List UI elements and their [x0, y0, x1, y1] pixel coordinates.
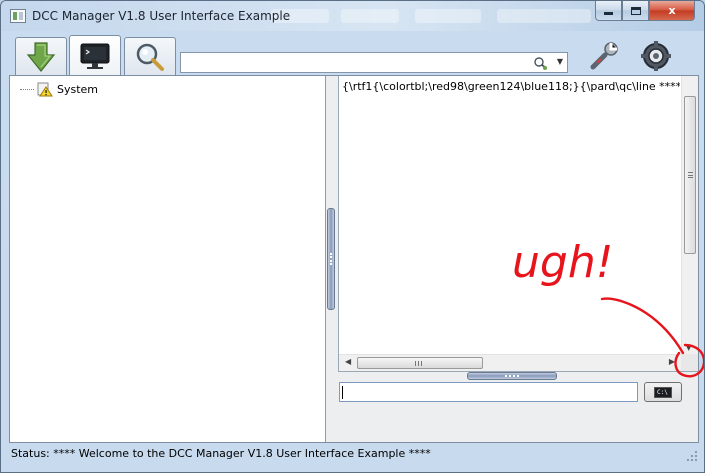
rtf-output-text: {\rtf1{\colortbl;\red98\green124\blue118… — [342, 80, 680, 93]
tree-connector — [20, 88, 34, 90]
horizontal-scroll-thumb[interactable] — [357, 357, 483, 369]
toolbar: ▼ — [9, 31, 699, 76]
search-icon[interactable] — [533, 56, 549, 70]
vertical-splitter[interactable] — [327, 208, 335, 310]
command-input[interactable] — [339, 382, 638, 402]
window-title: DCC Manager V1.8 User Interface Example — [32, 9, 291, 23]
system-tree[interactable]: System — [10, 76, 326, 442]
monitor-console-icon — [80, 43, 110, 69]
magnifier-icon — [136, 43, 164, 71]
chevron-down-icon[interactable]: ▼ — [557, 57, 563, 66]
minimize-button[interactable] — [595, 1, 622, 21]
status-text: Status: **** Welcome to the DCC Manager … — [11, 447, 431, 460]
gear-button[interactable] — [638, 39, 674, 73]
close-button[interactable]: x — [649, 1, 695, 21]
download-arrow-icon — [26, 41, 56, 72]
taskbar-ghosts — [271, 9, 591, 23]
tab-search[interactable] — [124, 37, 176, 75]
splitter-grip — [505, 375, 519, 377]
status-bar: Status: **** Welcome to the DCC Manager … — [9, 445, 699, 465]
command-prompt-icon: C:\ — [654, 386, 672, 398]
settings-wrench-button[interactable] — [587, 39, 623, 73]
splitter-grip — [330, 253, 332, 265]
tree-item-system[interactable]: System — [20, 81, 98, 97]
vertical-scroll-thumb[interactable] — [684, 96, 696, 254]
scroll-grip — [415, 361, 422, 366]
app-window: DCC Manager V1.8 User Interface Example … — [0, 0, 705, 473]
text-caret — [342, 386, 343, 399]
scroll-right-arrow-icon[interactable]: ▶ — [669, 357, 675, 366]
scroll-down-arrow-icon[interactable]: ▼ — [686, 344, 691, 352]
scroll-grip — [688, 172, 693, 178]
vertical-scrollbar[interactable]: ▼ — [681, 76, 698, 354]
maximize-button[interactable] — [622, 1, 649, 21]
warning-icon — [37, 82, 53, 96]
minimize-icon — [604, 12, 613, 15]
tab-console[interactable] — [69, 35, 121, 76]
wrench-icon — [590, 42, 618, 70]
scroll-left-arrow-icon[interactable]: ◀ — [345, 357, 351, 366]
gear-icon — [641, 41, 671, 71]
horizontal-splitter[interactable] — [467, 372, 557, 380]
rtf-output-pane[interactable]: {\rtf1{\colortbl;\red98\green124\blue118… — [338, 76, 698, 372]
main-content: System {\rtf1{\colortbl;\red98\green124\… — [9, 75, 699, 443]
close-icon: x — [668, 4, 676, 17]
execute-command-button[interactable]: C:\ — [644, 382, 682, 402]
tree-item-label: System — [57, 82, 99, 96]
app-icon — [10, 9, 26, 23]
resize-grip-icon[interactable] — [687, 451, 697, 461]
title-bar[interactable]: DCC Manager V1.8 User Interface Example … — [1, 1, 704, 31]
horizontal-scrollbar[interactable]: ◀ ▶ — [339, 354, 681, 371]
tab-download[interactable] — [15, 37, 67, 75]
search-combobox[interactable]: ▼ — [180, 52, 568, 73]
maximize-icon — [630, 6, 641, 15]
scrollbar-corner — [681, 354, 698, 371]
